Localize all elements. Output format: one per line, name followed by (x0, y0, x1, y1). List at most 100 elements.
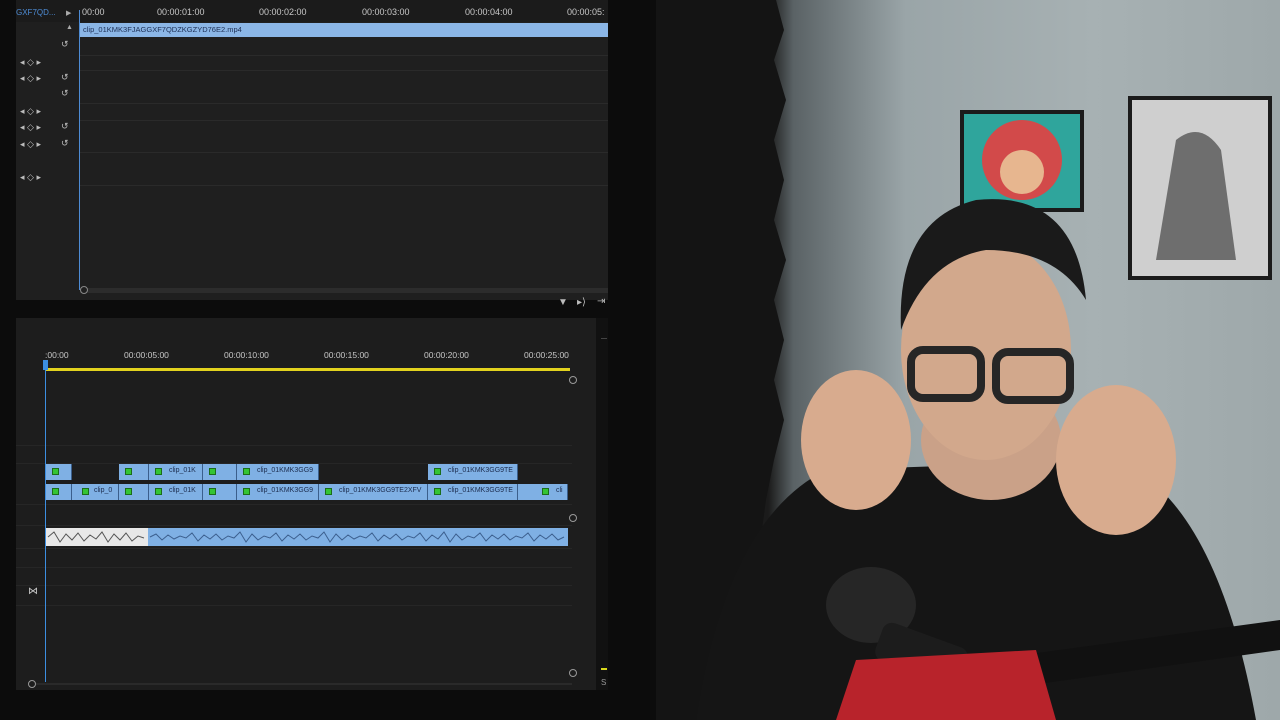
timeline-clip[interactable]: clip_01K (149, 484, 203, 500)
fx-badge-icon (243, 468, 250, 475)
track-divider (16, 585, 572, 586)
timeline-horizontal-scrollbar[interactable] (36, 683, 572, 685)
fx-badge-icon (243, 488, 250, 495)
source-ruler-label: 00:00:04:00 (465, 7, 513, 17)
fx-badge-icon (125, 468, 132, 475)
timeline-clip[interactable]: clip_0 (72, 484, 119, 500)
track-divider (16, 525, 572, 526)
track-divider (16, 548, 572, 549)
timeline-clip[interactable]: clip_01KMK3GG9 (237, 484, 319, 500)
track-divider (16, 567, 572, 568)
timeline-ruler-label: 00:00:10:00 (224, 350, 269, 360)
video-editor: GXF7QD... ▶ ▲ 00:00 00:00:01:00 00:00:02… (0, 0, 656, 720)
clip-label: clip_01KMK3GG9 (257, 467, 314, 474)
meter-label: S (601, 678, 607, 687)
source-ruler-label: 00:00:05: (567, 7, 605, 17)
playhead-handle[interactable] (43, 360, 48, 370)
timeline-playhead[interactable] (45, 360, 46, 682)
timeline-clip[interactable] (46, 484, 72, 500)
divider (80, 103, 608, 104)
timeline-clip[interactable]: cli (518, 484, 568, 500)
panel-divider (16, 300, 608, 318)
scroll-handle[interactable] (569, 514, 577, 522)
timeline-clip[interactable]: clip_01KMK3GG9TE2XFV (319, 484, 428, 500)
fx-badge-icon (52, 488, 59, 495)
source-ruler-label: 00:00:01:00 (157, 7, 205, 17)
source-ruler-label: 00:00:03:00 (362, 7, 410, 17)
timeline-clip[interactable]: clip_01KMK3GG9 (237, 464, 319, 480)
webcam-feed (656, 0, 1280, 720)
source-scrollbar[interactable] (80, 288, 608, 293)
timeline-clip[interactable] (203, 464, 237, 480)
fx-badge-icon (209, 468, 216, 475)
source-time-ruler[interactable] (16, 0, 608, 22)
clip-label: clip_01KMK3GG9TE (448, 467, 513, 474)
reset-icon[interactable]: ↺ (61, 72, 69, 83)
divider (601, 338, 607, 339)
reset-icon[interactable]: ↺ (61, 121, 69, 132)
source-clip-name: clip_01KMK3FJAGGXF7QDZKGZYD76E2.mp4 (83, 25, 242, 34)
timeline-ruler-label: 00:00:05:00 (124, 350, 169, 360)
keyframe-nav-icon[interactable]: ◂ ◇ ▸ (20, 122, 41, 133)
selected-audio-clip[interactable] (46, 528, 148, 546)
clip-label: clip_01KMK3GG9TE (448, 487, 513, 494)
collapse-track-icon[interactable]: ⋈ (28, 586, 38, 597)
effect-controls-panel (16, 0, 608, 300)
export-frame-icon[interactable]: ⇥ (597, 296, 605, 307)
track-divider (16, 605, 572, 606)
clip-label: clip_01KMK3GG9TE2XFV (339, 487, 422, 494)
audio-meter-gutter (596, 318, 608, 690)
reset-icon[interactable]: ↺ (61, 39, 69, 50)
divider (80, 70, 608, 71)
work-area-bar[interactable] (46, 368, 570, 371)
timeline-ruler-label: :00:00 (45, 350, 69, 360)
fx-badge-icon (542, 488, 549, 495)
webcam-scene (656, 0, 1280, 720)
source-playhead[interactable] (79, 10, 80, 290)
play-triangle-icon[interactable]: ▶ (66, 9, 71, 17)
keyframe-nav-icon[interactable]: ◂ ◇ ▸ (20, 73, 41, 84)
fx-badge-icon (209, 488, 216, 495)
clip-label: cli (556, 487, 563, 494)
clip-label: clip_01K (169, 467, 196, 474)
fx-badge-icon (82, 488, 89, 495)
scroll-handle[interactable] (28, 680, 36, 688)
fx-badge-icon (155, 488, 162, 495)
divider (80, 55, 608, 56)
fx-badge-icon (125, 488, 132, 495)
timeline-ruler-label: 00:00:15:00 (324, 350, 369, 360)
timeline-clip[interactable] (46, 464, 72, 480)
divider (80, 120, 608, 121)
timeline-clip[interactable]: clip_01KMK3GG9TE (428, 484, 518, 500)
divider (80, 185, 608, 186)
timeline-clip[interactable]: clip_01KMK3GG9TE (428, 464, 518, 480)
scroll-handle[interactable] (569, 376, 577, 384)
clip-label: clip_01K (169, 487, 196, 494)
timeline-ruler-label: 00:00:20:00 (424, 350, 469, 360)
keyframe-nav-icon[interactable]: ◂ ◇ ▸ (20, 172, 41, 183)
reset-icon[interactable]: ↺ (61, 88, 69, 99)
source-tab-label[interactable]: GXF7QD... (16, 8, 56, 17)
clip-label: clip_0 (94, 487, 113, 494)
fx-badge-icon (325, 488, 332, 495)
audio-waveform (47, 531, 145, 543)
timeline-clip[interactable] (119, 484, 149, 500)
keyframe-nav-icon[interactable]: ◂ ◇ ▸ (20, 139, 41, 150)
source-ruler-label: 00:00:02:00 (259, 7, 307, 17)
scroll-handle[interactable] (80, 286, 88, 294)
timeline-clip[interactable] (119, 464, 149, 480)
reset-icon[interactable]: ↺ (61, 138, 69, 149)
divider (80, 152, 608, 153)
scroll-handle[interactable] (569, 669, 577, 677)
track-divider (16, 445, 572, 446)
clip-label: clip_01KMK3GG9 (257, 487, 314, 494)
marker-icon[interactable]: ▸⟩ (577, 297, 586, 308)
source-ruler-label: 00:00 (82, 7, 105, 17)
track-divider (16, 504, 572, 505)
collapse-arrow-icon[interactable]: ▲ (66, 24, 73, 31)
filter-icon[interactable]: ▼ (558, 297, 568, 308)
keyframe-nav-icon[interactable]: ◂ ◇ ▸ (20, 57, 41, 68)
timeline-clip[interactable]: clip_01K (149, 464, 203, 480)
timeline-clip[interactable] (203, 484, 237, 500)
keyframe-nav-icon[interactable]: ◂ ◇ ▸ (20, 106, 41, 117)
